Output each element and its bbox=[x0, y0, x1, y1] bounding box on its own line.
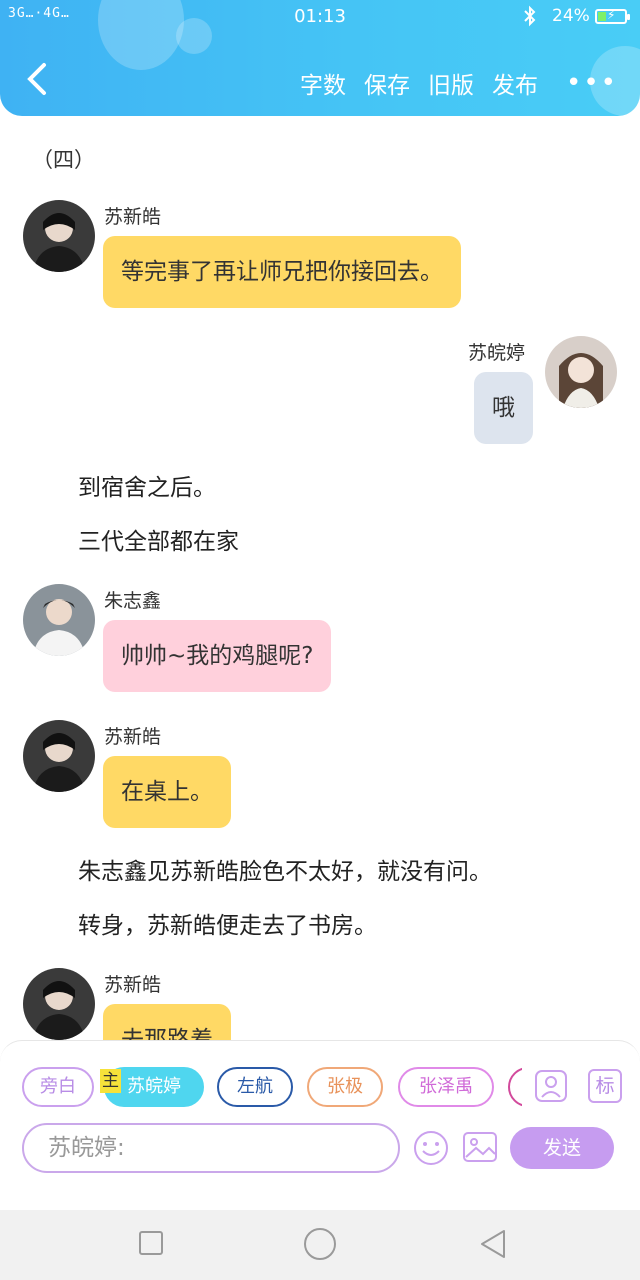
chapter-title: （四） bbox=[32, 148, 95, 172]
avatar[interactable] bbox=[545, 336, 617, 408]
avatar[interactable] bbox=[23, 968, 95, 1040]
app-header: 3G…·4G… 01:13 24% ⚡ 字数 保存 旧版 发布 ••• bbox=[0, 0, 640, 116]
speaker-name: 苏新皓 bbox=[104, 974, 162, 996]
speaker-name: 苏新皓 bbox=[104, 206, 162, 228]
narration-text: 转身，苏新皓便走去了书房。 bbox=[78, 913, 377, 939]
smiley-icon[interactable] bbox=[412, 1129, 450, 1167]
clock: 01:13 bbox=[294, 6, 346, 27]
message-input[interactable]: 苏皖婷: bbox=[22, 1123, 400, 1173]
chip-zhang-ji[interactable]: 张极 bbox=[307, 1067, 383, 1107]
chip-narrator[interactable]: 旁白 bbox=[22, 1067, 94, 1107]
speaker-name: 朱志鑫 bbox=[104, 590, 162, 612]
word-count-button[interactable]: 字数 bbox=[300, 66, 346, 100]
chat-content[interactable]: （四） 苏新皓 等完事了再让师兄把你接回去。 苏皖婷 哦 到宿舍之后。 三代全部… bbox=[0, 116, 640, 1040]
header-actions: 字数 保存 旧版 发布 ••• bbox=[300, 66, 618, 100]
tag-label: 标 bbox=[595, 1075, 615, 1097]
chip-partial[interactable] bbox=[508, 1067, 522, 1107]
narration-text: 朱志鑫见苏新皓脸色不太好，就没有问。 bbox=[78, 859, 492, 885]
send-button[interactable]: 发送 bbox=[510, 1127, 614, 1169]
speaker-name: 苏新皓 bbox=[104, 726, 162, 748]
speaker-name: 苏皖婷 bbox=[468, 342, 526, 364]
back-button[interactable] bbox=[24, 62, 50, 96]
battery-percent: 24% bbox=[552, 6, 590, 26]
narration-text: 到宿舍之后。 bbox=[78, 475, 216, 501]
bluetooth-icon bbox=[520, 5, 540, 32]
composer-panel: 旁白 苏皖婷 左航 张极 张泽禹 主 标 苏皖婷: 发送 bbox=[0, 1040, 640, 1210]
avatar[interactable] bbox=[23, 720, 95, 792]
chevron-left-icon bbox=[27, 63, 46, 95]
publish-button[interactable]: 发布 bbox=[492, 66, 538, 100]
battery-icon: ⚡ bbox=[595, 8, 630, 24]
character-chips[interactable]: 旁白 苏皖婷 左航 张极 张泽禹 bbox=[22, 1067, 522, 1109]
person-card-icon[interactable] bbox=[534, 1069, 568, 1103]
square-icon[interactable] bbox=[138, 1230, 164, 1260]
image-icon[interactable] bbox=[462, 1129, 498, 1165]
avatar[interactable] bbox=[23, 584, 95, 656]
more-menu-button[interactable]: ••• bbox=[566, 70, 618, 96]
avatar[interactable] bbox=[23, 200, 95, 272]
chip-zuo-hang[interactable]: 左航 bbox=[217, 1067, 293, 1107]
narration-text: 三代全部都在家 bbox=[78, 529, 239, 555]
system-nav-bar bbox=[0, 1210, 640, 1280]
triangle-back-icon[interactable] bbox=[478, 1228, 506, 1264]
chat-bubble[interactable]: 在桌上。 bbox=[103, 756, 231, 828]
circle-icon[interactable] bbox=[303, 1227, 337, 1265]
save-button[interactable]: 保存 bbox=[364, 66, 410, 100]
old-version-button[interactable]: 旧版 bbox=[428, 66, 474, 100]
chat-bubble[interactable]: 哦 bbox=[474, 372, 533, 444]
chip-zhang-zeyu[interactable]: 张泽禹 bbox=[398, 1067, 494, 1107]
lead-badge: 主 bbox=[100, 1069, 121, 1093]
chat-bubble[interactable]: 等完事了再让师兄把你接回去。 bbox=[103, 236, 461, 308]
status-bar: 3G…·4G… 01:13 24% ⚡ bbox=[0, 0, 640, 34]
tag-button[interactable]: 标 bbox=[588, 1069, 622, 1103]
chat-bubble[interactable]: 帅帅~我的鸡腿呢? bbox=[103, 620, 332, 692]
chat-bubble[interactable]: 去那路着 bbox=[103, 1004, 231, 1040]
